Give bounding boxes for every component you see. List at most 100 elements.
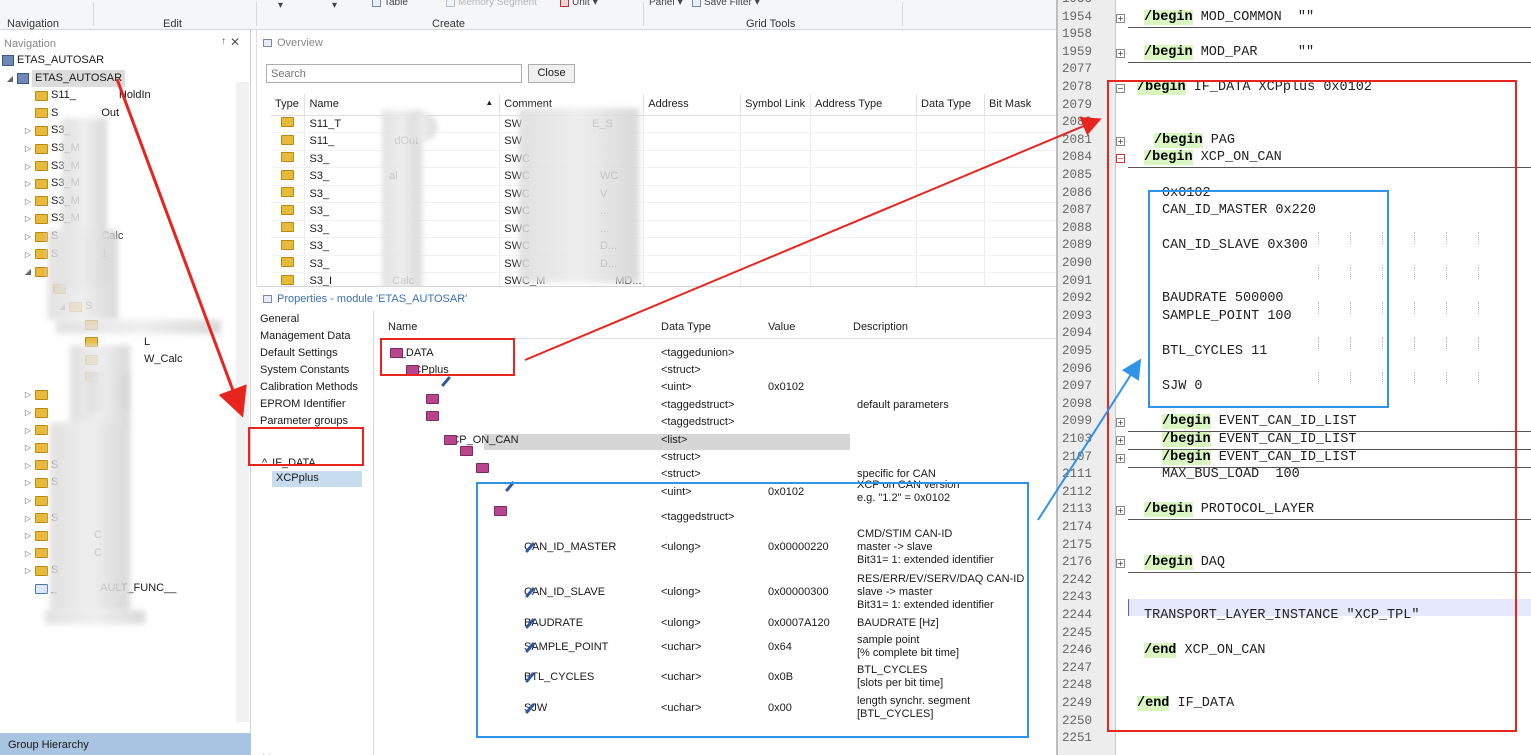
fold-toggle-icon[interactable]: +: [1116, 136, 1125, 146]
dropdown-arrow-icon[interactable]: ▾: [278, 0, 283, 11]
column-header-label: Name: [309, 98, 339, 111]
fold-toggle-icon[interactable]: +: [1116, 453, 1125, 463]
expand-arrow-icon[interactable]: ▷: [24, 140, 32, 157]
expand-arrow-icon[interactable]: ▷: [24, 474, 32, 491]
expand-arrow-icon[interactable]: ▷: [24, 210, 32, 227]
section-item[interactable]: EPROM Identifier: [260, 398, 346, 410]
tree-item[interactable]: ◢ ETAS_AUTOSAR: [6, 69, 126, 87]
property-row[interactable]: SAMPLE_POINT <uchar> 0x64 sample point [% co…: [384, 634, 1056, 659]
expand-arrow-icon[interactable]: ▷: [24, 527, 32, 544]
tree-item[interactable]: S11_ HoldIn: [24, 87, 151, 104]
code-text: EVENT_CAN_ID_LIST: [1210, 449, 1357, 465]
section-item[interactable]: Parameter groups: [260, 415, 348, 427]
line-number: 2244: [1062, 608, 1093, 622]
property-row[interactable]: BTL_CYCLES <uchar> 0x0B BTL_CYCLES [slots pe…: [384, 664, 1056, 689]
section-item[interactable]: Default Settings: [260, 347, 338, 359]
column-header[interactable]: Bit Mask: [984, 94, 1057, 116]
text-editor[interactable]: 1953 1954 1958 1959 2077 2078 2079 2080 2081 2084…: [1056, 0, 1531, 755]
tree-item[interactable]: ▷: [24, 422, 51, 439]
search-input[interactable]: [266, 64, 522, 83]
ribbon-panel-button[interactable]: Panel ▾: [649, 0, 683, 8]
fold-toggle-icon[interactable]: +: [1116, 13, 1125, 23]
expand-arrow-icon[interactable]: ▷: [24, 158, 32, 175]
expand-arrow-icon[interactable]: ▷: [24, 246, 32, 263]
expand-arrow-icon[interactable]: ▷: [24, 386, 32, 403]
line-number: 2079: [1062, 97, 1093, 112]
ribbon-save-filter-button[interactable]: Save Filter ▾: [692, 0, 760, 8]
group-hierarchy-tab[interactable]: Group Hierarchy: [0, 733, 251, 755]
expand-arrow-icon[interactable]: ▷: [24, 457, 32, 474]
fold-toggle-icon[interactable]: +: [1116, 506, 1125, 516]
property-description: BTL_CYCLES: [857, 664, 928, 676]
column-header[interactable]: Description: [853, 321, 908, 333]
expand-arrow-icon[interactable]: ▷: [24, 562, 32, 579]
expand-arrow-icon[interactable]: ▷: [24, 492, 32, 509]
fold-toggle-icon[interactable]: +: [1116, 48, 1125, 58]
close-button[interactable]: Close: [528, 64, 575, 83]
ribbon-unit-button[interactable]: Unit ▾: [560, 0, 598, 8]
line-number: 2088: [1062, 220, 1093, 235]
expand-arrow-icon[interactable]: ◢: [6, 70, 14, 87]
column-header[interactable]: Address Type: [810, 94, 918, 116]
expand-arrow-icon[interactable]: ◢: [24, 263, 32, 280]
tree-item[interactable]: ▷: [24, 404, 51, 421]
ribbon-memory-segment-button[interactable]: Memory Segment: [446, 0, 537, 8]
header-separator: [384, 338, 1056, 339]
fold-toggle-icon[interactable]: +: [1116, 418, 1125, 428]
expand-arrow-icon[interactable]: ▷: [24, 439, 32, 456]
tree-item[interactable]: ▷: [24, 439, 51, 456]
navigation-scrollbar[interactable]: [236, 82, 249, 722]
column-header[interactable]: Symbol Link: [740, 94, 812, 116]
indent-guide: [1478, 337, 1479, 349]
section-item[interactable]: Calibration Methods: [260, 381, 358, 393]
property-row[interactable]: ◢<taggedstruct>: [384, 411, 1056, 432]
close-icon[interactable]: ✕: [230, 35, 240, 49]
section-item-xcpplus[interactable]: XCPplus: [276, 472, 319, 484]
dropdown-arrow-icon[interactable]: ▾: [332, 0, 337, 11]
expand-arrow-icon[interactable]: ▷: [24, 545, 32, 562]
expand-arrow-icon[interactable]: ▷: [24, 122, 32, 139]
property-row[interactable]: ◢<taggedstruct>: [384, 506, 1056, 527]
expand-arrow-icon[interactable]: ▷: [24, 422, 32, 439]
section-group-if-data[interactable]: ^ IF_DATA: [262, 457, 316, 469]
expand-arrow-icon[interactable]: ▷: [24, 404, 32, 421]
tree-item[interactable]: ◢: [24, 263, 51, 280]
property-row[interactable]: CAN_ID_SLAVE <ulong> 0x00000300 RES/ERR/EV/…: [384, 573, 1056, 611]
column-header[interactable]: Data Type: [661, 321, 711, 333]
fold-toggle-icon[interactable]: −: [1116, 154, 1125, 164]
tree-item[interactable]: ▷: [24, 386, 51, 403]
column-header[interactable]: Name: [388, 321, 417, 333]
property-row[interactable]: ◢XCP_ON_CAN <list>: [384, 434, 1056, 450]
fold-toggle-icon[interactable]: +: [1116, 559, 1125, 569]
property-row[interactable]: CAN_ID_MASTER <ulong> 0x00000220 CMD/STIM C…: [384, 528, 1056, 566]
fold-toggle-icon[interactable]: +: [1116, 436, 1125, 445]
pin-icon[interactable]: ↑: [221, 36, 226, 47]
tree-item[interactable]: ETAS_AUTOSAR: [2, 52, 104, 69]
expand-arrow-icon[interactable]: ▷: [24, 228, 32, 245]
property-row[interactable]: SJW <uchar> 0x00 length synchr. segment [BTL…: [384, 695, 1056, 720]
folder-icon: [35, 90, 48, 101]
collapse-arrow-icon[interactable]: ^: [262, 457, 267, 469]
code-line: CAN_ID_SLAVE 0x300: [1162, 238, 1308, 253]
section-item[interactable]: System Constants: [260, 364, 349, 376]
section-item[interactable]: General: [260, 313, 299, 325]
column-header[interactable]: Address: [643, 94, 742, 116]
tree-item[interactable]: ▷: [24, 492, 51, 509]
property-row[interactable]: ◢XCPplus <struct>: [384, 364, 1056, 380]
expand-arrow-icon[interactable]: ▷: [24, 193, 32, 210]
indent-guide: [1382, 372, 1383, 384]
property-row[interactable]: ▷<taggedstruct>default parameters: [384, 394, 1056, 415]
ribbon-table-button[interactable]: Table: [372, 0, 408, 8]
sort-ascending-icon[interactable]: ▲: [485, 98, 493, 110]
property-row[interactable]: ◢IF_DATA <taggedunion>: [384, 347, 1056, 363]
section-item[interactable]: Management Data: [260, 330, 351, 342]
column-header[interactable]: Type: [271, 94, 306, 116]
property-row[interactable]: <uint> 0x0102 XCP on CAN version e.g. "1.2"…: [384, 479, 1056, 504]
expand-arrow-icon[interactable]: ▷: [24, 510, 32, 527]
fold-toggle-icon[interactable]: −: [1116, 84, 1125, 93]
property-row[interactable]: BAUDRATE <ulong> 0x0007A120 BAUDRATE [Hz]: [384, 617, 1056, 633]
expand-arrow-icon[interactable]: ▷: [24, 175, 32, 192]
property-row[interactable]: <uint> 0x0102: [384, 375, 1056, 397]
column-header[interactable]: Data Type: [916, 94, 986, 116]
column-header[interactable]: Value: [768, 321, 795, 333]
